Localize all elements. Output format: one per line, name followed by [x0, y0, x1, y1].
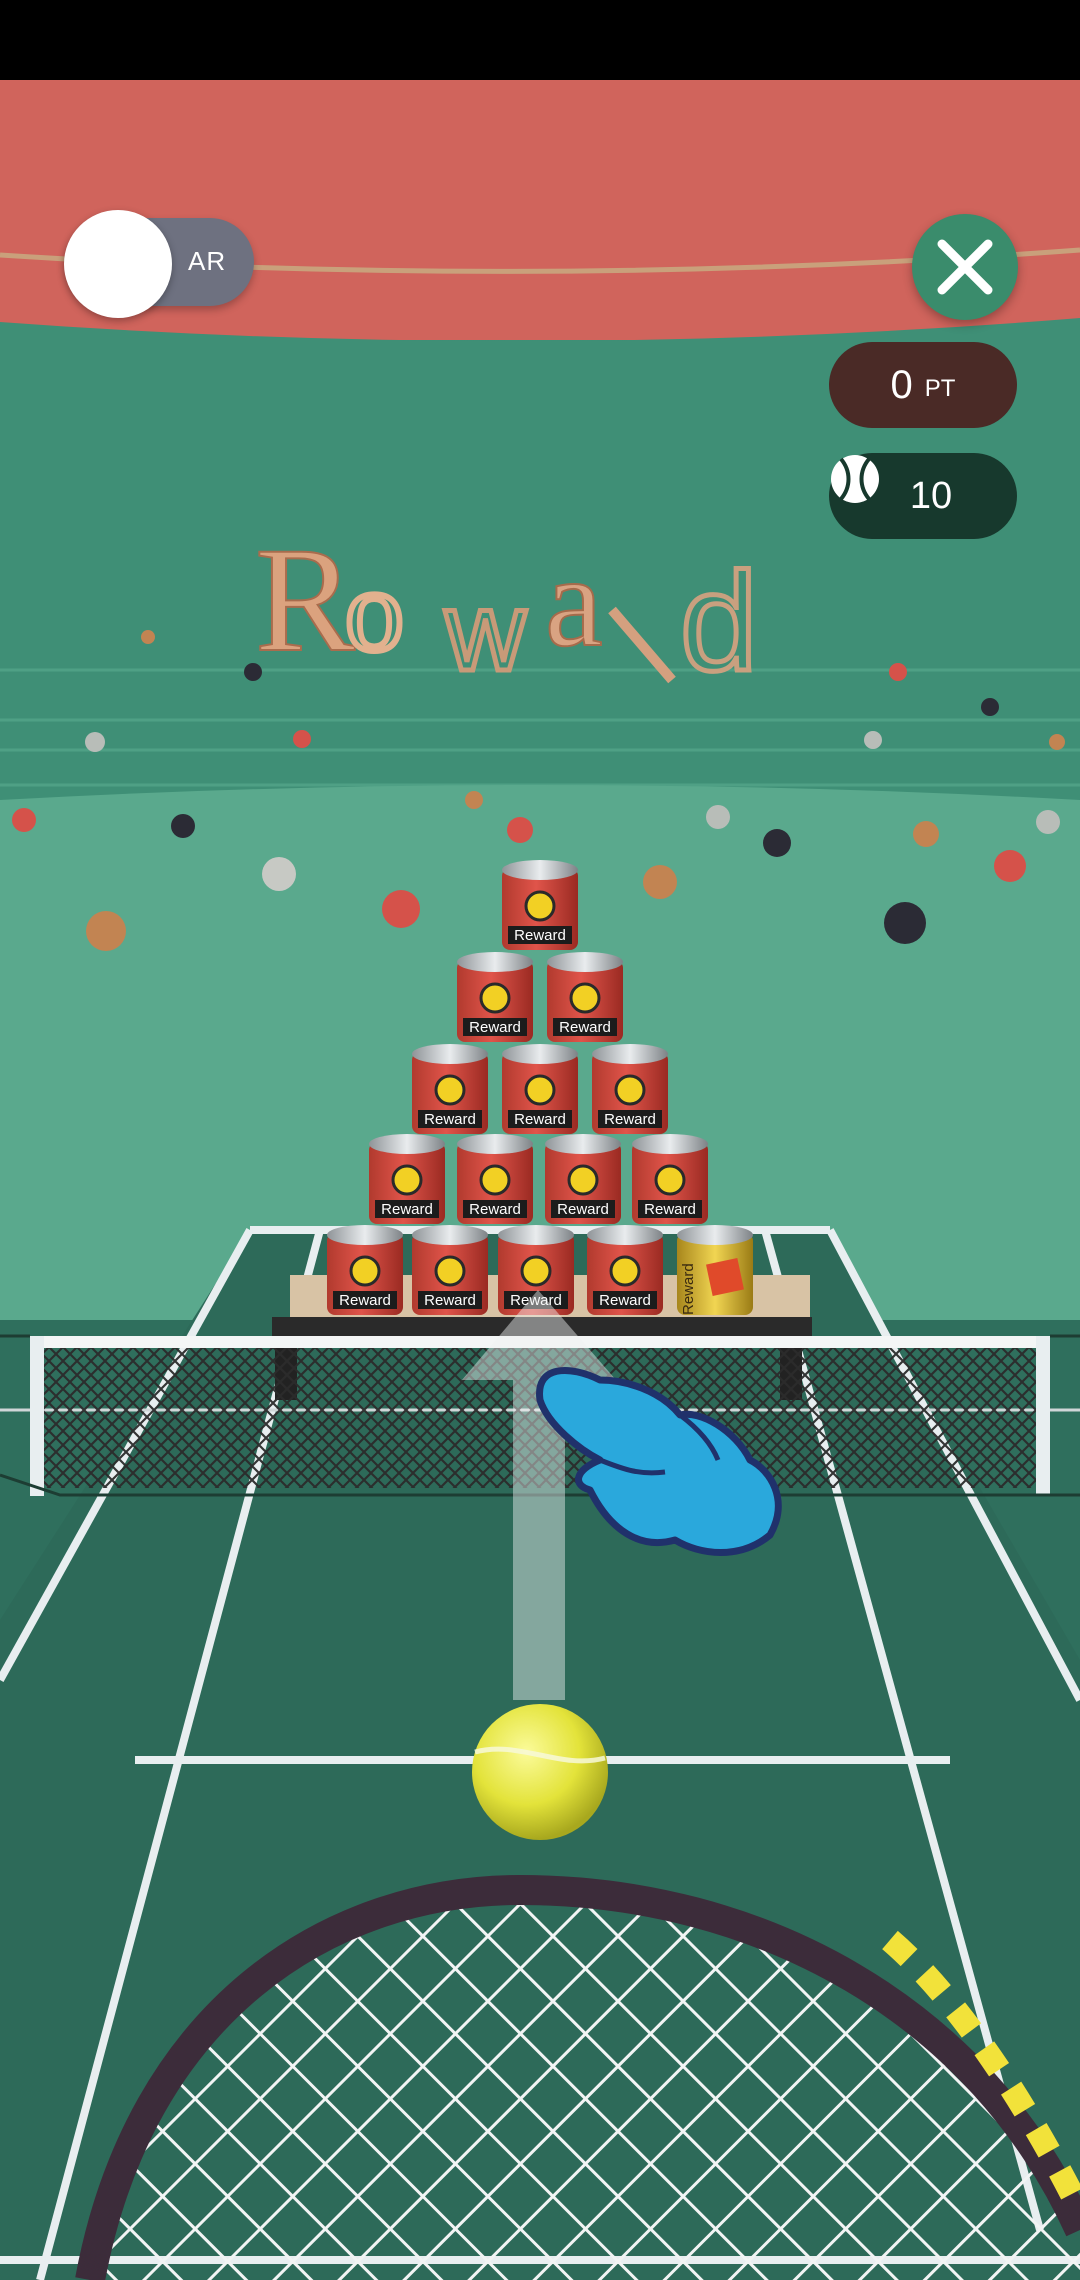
can-label: Reward	[381, 1201, 433, 1218]
svg-text:o: o	[345, 545, 404, 676]
balls-remaining-value: 10	[909, 474, 953, 517]
score-unit: PT	[924, 375, 956, 402]
status-bar	[0, 0, 1080, 80]
can-label: Reward	[339, 1292, 391, 1309]
ar-toggle-knob[interactable]	[64, 210, 172, 318]
score-value: 0	[890, 362, 913, 407]
can-label: Reward	[599, 1292, 651, 1309]
can-label: Reward	[644, 1201, 696, 1218]
reward-can[interactable]: Reward	[547, 952, 623, 1042]
wall-text: R	[255, 517, 355, 683]
reward-can[interactable]: Reward	[677, 1225, 753, 1315]
balls-remaining-badge: 10	[829, 453, 1017, 539]
reward-can[interactable]: Reward	[412, 1225, 488, 1315]
can-label: Reward	[424, 1292, 476, 1309]
can-label: Reward	[604, 1111, 656, 1128]
reward-can[interactable]: Reward	[587, 1225, 663, 1315]
reward-can[interactable]: Reward	[412, 1044, 488, 1134]
reward-can[interactable]: Reward	[632, 1134, 708, 1224]
game-scene[interactable]: R o w a d Reward Reward Reward Reward Re…	[0, 80, 1080, 2280]
close-icon	[937, 239, 993, 295]
ar-toggle-label: AR	[188, 246, 227, 276]
reward-can[interactable]: Reward	[457, 952, 533, 1042]
can-label: Reward	[424, 1111, 476, 1128]
can-label: Reward	[559, 1019, 611, 1036]
reward-can[interactable]: Reward	[502, 860, 578, 950]
ar-toggle[interactable]: AR	[64, 210, 254, 318]
can-label: Reward	[514, 927, 566, 944]
reward-can[interactable]: Reward	[457, 1134, 533, 1224]
close-button[interactable]	[912, 214, 1018, 320]
reward-can[interactable]: Reward	[545, 1134, 621, 1224]
reward-can[interactable]: Reward	[502, 1044, 578, 1134]
reward-can[interactable]: Reward	[327, 1225, 403, 1315]
reward-can[interactable]: Reward	[592, 1044, 668, 1134]
reward-can[interactable]: Reward	[369, 1134, 445, 1224]
can-label: Reward	[680, 1263, 697, 1315]
score-badge: 0 PT	[829, 342, 1017, 428]
tennis-ball-icon	[831, 455, 879, 503]
svg-text:w: w	[444, 569, 527, 694]
svg-text:a: a	[545, 530, 603, 674]
can-label: Reward	[469, 1201, 521, 1218]
can-label: Reward	[557, 1201, 609, 1218]
can-label: Reward	[469, 1019, 521, 1036]
tennis-ball[interactable]	[472, 1704, 608, 1840]
svg-text:d: d	[680, 543, 758, 700]
can-label: Reward	[514, 1111, 566, 1128]
